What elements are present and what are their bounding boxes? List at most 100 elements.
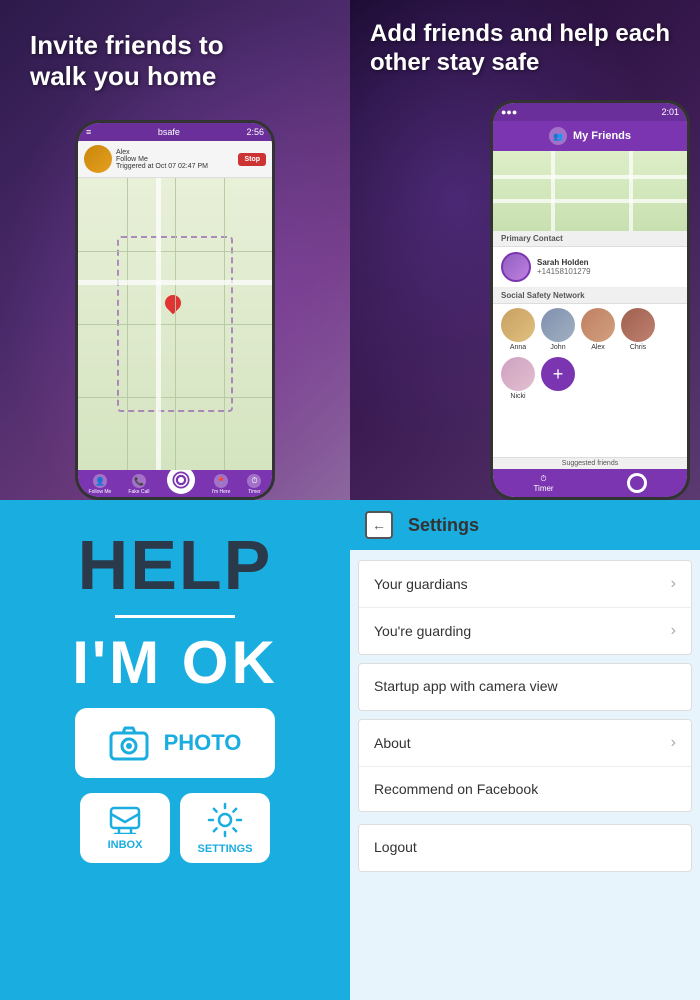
help-word: HELP — [78, 530, 273, 600]
about-label: About — [374, 735, 411, 751]
footer-fakecall-label: Fake Call — [128, 489, 149, 495]
about-group: About › Recommend on Facebook — [358, 719, 692, 812]
map-street-1 — [493, 175, 687, 179]
facebook-item[interactable]: Recommend on Facebook — [359, 767, 691, 811]
startup-camera-item[interactable]: Startup app with camera view — [358, 663, 692, 711]
settings-title: Settings — [408, 515, 479, 536]
sos-inner-2 — [630, 476, 644, 490]
inbox-button[interactable]: INBOX — [80, 793, 170, 863]
contact-avatar — [501, 252, 531, 282]
footer-timer-icon-2: ⏱ — [540, 474, 546, 484]
help-divider — [115, 615, 235, 618]
stop-button[interactable]: Stop — [238, 153, 266, 166]
street-h — [78, 280, 272, 285]
phone-icon: 📞 — [132, 474, 146, 488]
about-item[interactable]: About › — [359, 720, 691, 767]
youre-guarding-chevron: › — [671, 622, 676, 640]
chris-avatar — [621, 308, 655, 342]
youre-guarding-label: You're guarding — [374, 623, 471, 639]
startup-camera-label: Startup app with camera view — [374, 678, 558, 694]
friends-screen-header: 👥 My Friends — [493, 121, 687, 151]
logout-item[interactable]: Logout — [358, 824, 692, 872]
friend-nicki: Nicki — [501, 357, 535, 400]
map-area-1 — [78, 178, 272, 470]
friends-headline: Add friends and help each other stay saf… — [370, 20, 685, 78]
footer-imhere[interactable]: 📍 I'm Here — [212, 474, 231, 495]
alert-text: Alex Follow Me Triggered at Oct 07 02:47… — [116, 149, 234, 170]
friends-content: Primary Contact Sarah Holden +1415810127… — [493, 231, 687, 457]
map-street-2 — [493, 199, 687, 203]
settings-icon — [207, 802, 243, 838]
anna-name: Anna — [510, 344, 526, 351]
john-avatar — [541, 308, 575, 342]
friends-map-bg — [493, 151, 687, 231]
alert-name: Alex — [116, 149, 130, 156]
network-avatars: Anna John Alex — [493, 304, 687, 404]
panel-friends: Add friends and help each other stay saf… — [350, 0, 700, 500]
footer-sos-2[interactable] — [627, 473, 647, 493]
footer-timer-label: Timer — [248, 489, 261, 495]
add-friend[interactable]: + — [541, 357, 575, 400]
street-v — [156, 178, 161, 470]
photo-button[interactable]: PHOTO — [75, 708, 275, 778]
youre-guarding-item[interactable]: You're guarding › — [359, 608, 691, 654]
phone-footer-1: 👤 Follow Me 📞 Fake Call — [78, 470, 272, 497]
camera-icon — [109, 725, 149, 761]
map-line-v2 — [175, 178, 176, 470]
location-icon: 📍 — [214, 474, 228, 488]
settings-header: ← Settings — [350, 500, 700, 550]
footer-fakecall[interactable]: 📞 Fake Call — [128, 474, 149, 495]
john-name: John — [550, 344, 565, 351]
sos-button[interactable] — [167, 466, 195, 494]
timer-icon: ⏱ — [247, 474, 261, 488]
alert-bar: Alex Follow Me Triggered at Oct 07 02:47… — [78, 141, 272, 178]
back-button[interactable]: ← — [365, 511, 393, 539]
footer-timer-label-2: Timer — [533, 484, 553, 493]
alex-name: Alex — [591, 344, 605, 351]
anna-avatar — [501, 308, 535, 342]
settings-button[interactable]: SETTINGS — [180, 793, 270, 863]
photo-label: PHOTO — [164, 730, 242, 756]
footer-timer[interactable]: ⏱ Timer — [247, 474, 261, 495]
facebook-label: Recommend on Facebook — [374, 781, 538, 797]
status-bar-2: ●●● 2:01 — [493, 103, 687, 121]
alert-avatar — [84, 145, 112, 173]
footer-follow-label: Follow Me — [89, 489, 112, 495]
walk-icon: 👤 — [93, 474, 107, 488]
footer-timer-2[interactable]: ⏱ Timer — [533, 474, 553, 493]
phone-mockup-friends: ●●● 2:01 👥 My Friends Primary Contact — [490, 100, 690, 500]
friend-anna: Anna — [501, 308, 535, 351]
add-friend-button[interactable]: + — [541, 357, 575, 391]
panel-help: HELP I'M OK PHOTO INBOX — [0, 500, 350, 1000]
contact-name: Sarah Holden — [537, 258, 591, 267]
contact-info: Sarah Holden +14158101279 — [537, 258, 591, 276]
primary-contact: Sarah Holden +14158101279 — [493, 247, 687, 288]
phone-mockup-invite: ≡ bsafe 2:56 Alex Follow Me Triggered at… — [75, 120, 275, 500]
alert-time: Triggered at Oct 07 02:47 PM — [116, 163, 208, 170]
friend-alex: Alex — [581, 308, 615, 351]
friends-map — [493, 151, 687, 231]
status-bar-1: ≡ bsafe 2:56 — [78, 123, 272, 141]
phone-screen-invite: ≡ bsafe 2:56 Alex Follow Me Triggered at… — [78, 123, 272, 497]
signal-1: ≡ — [86, 127, 91, 137]
primary-section-label: Primary Contact — [493, 231, 687, 247]
your-guardians-item[interactable]: Your guardians › — [359, 561, 691, 608]
invite-headline: Invite friends to walk you home — [30, 30, 230, 92]
footer-follow[interactable]: 👤 Follow Me — [89, 474, 112, 495]
footer-imhere-label: I'm Here — [212, 489, 231, 495]
nicki-name: Nicki — [510, 393, 525, 400]
map-street-3 — [551, 151, 555, 231]
panel-settings: ← Settings Your guardians › You're guard… — [350, 500, 700, 1000]
chris-name: Chris — [630, 344, 646, 351]
time-2: 2:01 — [661, 107, 679, 117]
contact-phone: +14158101279 — [537, 267, 591, 276]
your-guardians-label: Your guardians — [374, 576, 468, 592]
map-street-4 — [629, 151, 633, 231]
logout-label: Logout — [374, 839, 417, 855]
friends-title: My Friends — [573, 130, 631, 142]
footer-sos[interactable] — [167, 474, 195, 495]
signal-2: ●●● — [501, 107, 517, 117]
inbox-icon — [109, 806, 141, 834]
guardians-group: Your guardians › You're guarding › — [358, 560, 692, 655]
nicki-avatar — [501, 357, 535, 391]
